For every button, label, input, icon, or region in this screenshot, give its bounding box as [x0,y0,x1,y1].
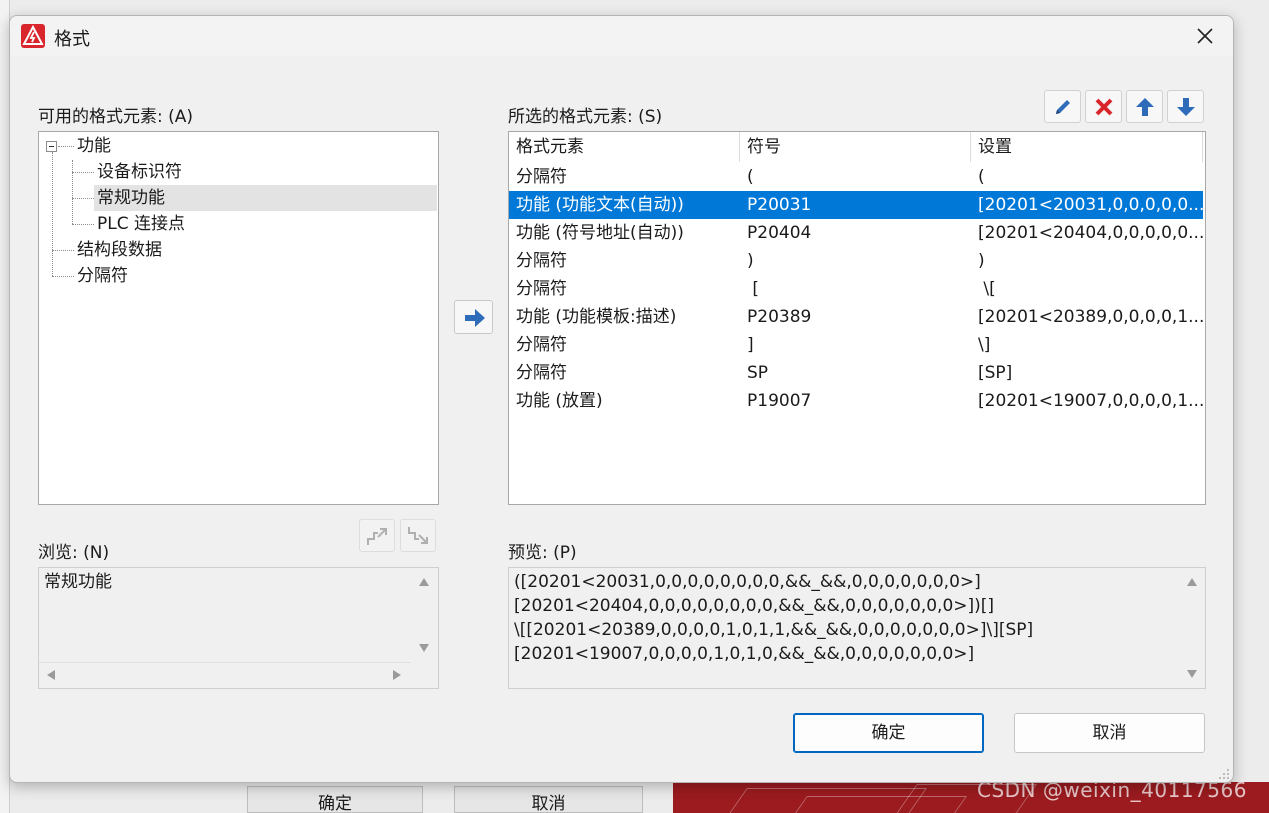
table-row[interactable]: 功能 (放置) P19007 [20201<19007,0,0,0,0,1... [509,387,1203,415]
cell-symbol: ( [747,167,754,187]
cell-symbol: SP [747,363,769,383]
move-down-arrow-icon [1177,98,1195,116]
move-down-button[interactable] [1167,90,1204,123]
cell-setting: [20201<20031,0,0,0,0,0... [978,195,1203,215]
cell-element: 分隔符 [516,251,567,271]
cell-element: 功能 (功能模板:描述) [516,307,677,327]
move-up-arrow-icon [1136,98,1154,116]
scroll-up-arrow[interactable] [1185,576,1199,588]
tree-connector [72,172,94,173]
browse-box: 常规功能 [38,567,439,689]
cell-setting: \] [978,335,991,355]
cell-element: 功能 (放置) [516,391,603,411]
scroll-left-arrow[interactable] [45,668,57,682]
scroll-down-arrow[interactable] [1185,668,1199,680]
resize-grip-icon[interactable] [1218,768,1230,780]
scroll-down-arrow[interactable] [417,642,431,654]
column-header-element[interactable]: 格式元素 [509,132,740,162]
table-header: 格式元素 符号 设置 [509,132,1203,162]
preview-line: [20201<19007,0,0,0,0,1,0,1,0,&&_&&,0,0,0… [514,644,975,664]
preview-label: 预览: (P) [508,543,577,563]
tree-item-function[interactable]: 功能 [74,133,114,159]
table-row[interactable]: 分隔符 ] \] [509,331,1203,359]
cell-setting: ( [978,167,985,187]
cell-element: 分隔符 [516,279,567,299]
table-row[interactable]: 分隔符 ) ) [509,247,1203,275]
preview-line: ([20201<20031,0,0,0,0,0,0,0,0,&&_&&,0,0,… [514,572,981,592]
table-row[interactable]: 分隔符 [ \[ [509,275,1203,303]
tree-connector [52,152,53,276]
column-header-setting[interactable]: 设置 [971,132,1203,162]
tree-connector [72,224,94,225]
table-row[interactable]: 分隔符 SP [SP] [509,359,1203,387]
tree-item-structure-data[interactable]: 结构段数据 [74,237,165,263]
cell-setting: [20201<19007,0,0,0,0,1... [978,391,1203,411]
collapse-icon[interactable] [46,141,57,152]
move-up-button[interactable] [1126,90,1163,123]
tree-connector [72,198,94,199]
tree-item-plc-connection[interactable]: PLC 连接点 [94,211,188,237]
cell-symbol: ] [747,335,754,355]
scroll-right-arrow[interactable] [391,668,403,682]
available-elements-tree[interactable]: 功能 设备标识符 常规功能 PLC 连接点 结构段数据 分隔符 [38,131,439,505]
delete-button[interactable] [1085,90,1122,123]
table-row-selected[interactable]: 功能 (功能文本(自动)) P20031 [20201<20031,0,0,0,… [509,191,1203,219]
tree-connector [72,160,73,224]
cell-element: 功能 (符号地址(自动)) [516,223,684,243]
cancel-button[interactable]: 取消 [1014,713,1205,753]
browse-text: 常规功能 [44,572,112,592]
app-logo-icon [21,24,45,48]
edit-button[interactable] [1044,90,1081,123]
dialog-title: 格式 [54,29,90,50]
scroll-up-arrow[interactable] [417,576,431,588]
available-elements-label: 可用的格式元素: (A) [38,107,194,127]
browse-label: 浏览: (N) [38,543,110,563]
browse-up-button[interactable] [359,519,395,552]
tree-connector [58,146,74,147]
cell-element: 分隔符 [516,363,567,383]
tree-connector [52,250,74,251]
move-up-stair-icon [367,528,387,545]
cell-setting: [20201<20404,0,0,0,0,0... [978,223,1203,243]
cell-element: 分隔符 [516,167,567,187]
table-row[interactable]: 功能 (符号地址(自动)) P20404 [20201<20404,0,0,0,… [509,219,1203,247]
tree-item-general-function[interactable]: 常规功能 [94,185,437,211]
cell-setting: [SP] [978,363,1013,383]
delete-x-icon [1095,98,1113,116]
selected-elements-label: 所选的格式元素: (S) [508,107,663,127]
tree-item-separator[interactable]: 分隔符 [74,263,131,289]
preview-line: [20201<20404,0,0,0,0,0,0,0,0,&&_&&,0,0,0… [514,596,995,616]
cell-setting: \[ [978,279,996,299]
browse-down-button[interactable] [400,519,436,552]
column-header-symbol[interactable]: 符号 [740,132,971,162]
preview-line: \[[20201<20389,0,0,0,0,1,0,1,1,&&_&&,0,0… [514,620,1034,640]
cell-setting: [20201<20389,0,0,0,0,1... [978,307,1203,327]
tree-connector [52,276,74,277]
format-dialog: 格式 可用的格式元素: (A) 功能 设备标识符 常规功能 PLC 连接点 结构… [9,15,1234,783]
selected-elements-table[interactable]: 格式元素 符号 设置 分隔符 ( ( 功能 (功能文本(自动)) P20031 … [508,131,1206,505]
cell-symbol: P20389 [747,307,812,327]
cell-symbol: P20404 [747,223,812,243]
cell-symbol: P19007 [747,391,812,411]
cell-element: 分隔符 [516,335,567,355]
cell-symbol: [ [747,279,760,299]
dialog-titlebar: 格式 [10,16,1233,56]
scrollbar-divider [39,662,411,663]
cell-setting: ) [978,251,985,271]
add-right-arrow-icon [465,309,485,327]
table-row[interactable]: 分隔符 ( ( [509,163,1203,191]
move-down-stair-icon [408,527,428,544]
add-element-button[interactable] [454,300,493,334]
background-ok-button: 确定 [247,786,423,813]
edit-pencil-icon [1056,100,1070,114]
cell-symbol: P20031 [747,195,812,215]
preview-box: ([20201<20031,0,0,0,0,0,0,0,0,&&_&&,0,0,… [508,567,1206,689]
close-icon[interactable] [1191,22,1219,50]
cell-element: 功能 (功能文本(自动)) [516,195,684,215]
tree-item-device-tag[interactable]: 设备标识符 [94,159,185,185]
background-cancel-button: 取消 [454,786,643,813]
table-row[interactable]: 功能 (功能模板:描述) P20389 [20201<20389,0,0,0,0… [509,303,1203,331]
ok-button[interactable]: 确定 [793,713,984,753]
cell-symbol: ) [747,251,754,271]
